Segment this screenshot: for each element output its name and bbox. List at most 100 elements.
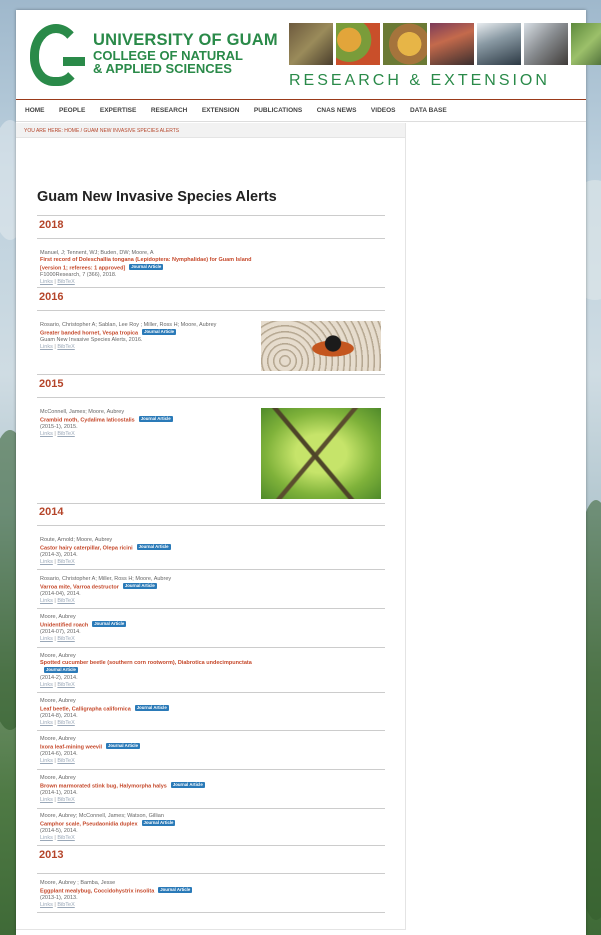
links-link[interactable]: Links (40, 559, 53, 565)
site-title-line3: & APPLIED SCIENCES (93, 61, 232, 76)
entry-authors: Moore, Aubrey (40, 698, 76, 704)
year-heading: 2018 (39, 219, 64, 231)
bibtex-link[interactable]: BibTeX (57, 902, 74, 908)
nav-expertise[interactable]: EXPERTISE (100, 107, 136, 114)
journal-article-badge: Journal Article (92, 620, 127, 627)
entry-meta: (2014-07), 2014. (40, 629, 81, 636)
header-photo (571, 23, 601, 65)
entry-title-link[interactable]: Unidentified roach (40, 622, 88, 628)
links-link[interactable]: Links (40, 636, 53, 642)
divider (37, 287, 385, 288)
header-photo (524, 23, 568, 65)
links-link[interactable]: Links (40, 797, 53, 803)
moth-photo[interactable] (261, 408, 381, 499)
bibtex-link[interactable]: BibTeX (57, 720, 74, 726)
year-heading: 2014 (39, 506, 64, 518)
entry-title-link[interactable]: Spotted cucumber beetle (southern corn r… (40, 660, 252, 666)
entry-meta: (2014-6), 2014. (40, 751, 78, 758)
entry-title-link[interactable]: Brown marmorated stink bug, Halymorpha h… (40, 783, 167, 789)
journal-article-badge: Journal Article (136, 543, 171, 550)
nav-data-base[interactable]: DATA BASE (410, 107, 447, 114)
divider (37, 845, 385, 846)
page-container: UNIVERSITY OF GUAM COLLEGE OF NATURAL & … (16, 10, 601, 935)
header-photo (477, 23, 521, 65)
entry-authors: Moore, Aubrey (40, 653, 76, 659)
entry-title-link[interactable]: Greater banded hornet, Vespa tropica (40, 330, 138, 336)
journal-article-badge: Journal Article (142, 328, 177, 335)
divider (37, 310, 385, 311)
links-link[interactable]: Links (40, 682, 53, 688)
links-link[interactable]: Links (40, 279, 53, 285)
entry-title-link[interactable]: Ixora leaf-mining weevil (40, 744, 102, 750)
publication-entry: Rosario, Christopher A; Miller, Ross H; … (40, 576, 260, 605)
nav-home[interactable]: HOME (25, 107, 45, 114)
main-navigation: HOME PEOPLE EXPERTISE RESEARCH EXTENSION… (16, 100, 586, 122)
entry-meta: F1000Research, 7 (366), 2018. (40, 271, 117, 278)
research-extension-title: RESEARCH & EXTENSION (289, 72, 550, 89)
bibtex-link[interactable]: BibTeX (57, 431, 74, 437)
nav-cnas-news[interactable]: CNAS NEWS (317, 107, 357, 114)
links-link[interactable]: Links (40, 758, 53, 764)
bibtex-link[interactable]: BibTeX (57, 279, 74, 285)
links-link[interactable]: Links (40, 431, 53, 437)
divider (37, 808, 385, 809)
entry-authors: Rosario, Christopher A; Miller, Ross H; … (40, 576, 172, 582)
links-link[interactable]: Links (40, 344, 53, 350)
bibtex-link[interactable]: BibTeX (57, 344, 74, 350)
journal-article-badge: Journal Article (134, 704, 169, 711)
entry-title-link[interactable]: Camphor scale, Pseudaonidia duplex (40, 821, 138, 827)
bibtex-link[interactable]: BibTeX (57, 758, 74, 764)
entry-authors: Moore, Aubrey (40, 736, 76, 742)
nav-videos[interactable]: VIDEOS (371, 107, 396, 114)
links-link[interactable]: Links (40, 835, 53, 841)
nav-research[interactable]: RESEARCH (151, 107, 187, 114)
entry-authors: Moore, Aubrey (40, 775, 76, 781)
site-title[interactable]: UNIVERSITY OF GUAM COLLEGE OF NATURAL & … (93, 31, 278, 75)
entry-meta: (2014-8), 2014. (40, 713, 78, 720)
entry-title-link[interactable]: Castor hairy caterpillar, Olepa ricini (40, 545, 133, 551)
nav-publications[interactable]: PUBLICATIONS (254, 107, 302, 114)
bibtex-link[interactable]: BibTeX (57, 835, 74, 841)
bibtex-link[interactable]: BibTeX (57, 598, 74, 604)
header-photo (289, 23, 333, 65)
entry-title-link[interactable]: Crambid moth, Cydalima laticostalis (40, 417, 135, 423)
links-link[interactable]: Links (40, 902, 53, 908)
entry-authors: Moore, Aubrey ; Bamba, Jesse (40, 880, 116, 886)
links-link[interactable]: Links (40, 720, 53, 726)
publication-entry: Route, Arnold; Moore, Aubrey Castor hair… (40, 537, 260, 566)
nav-people[interactable]: PEOPLE (59, 107, 85, 114)
divider (37, 397, 385, 398)
bibtex-link[interactable]: BibTeX (57, 797, 74, 803)
entry-title-link[interactable]: Eggplant mealybug, Coccidohystrix insoli… (40, 888, 154, 894)
journal-article-badge: Journal Article (138, 415, 173, 422)
header-photo-strip (289, 23, 601, 65)
site-title-line1: UNIVERSITY OF GUAM (93, 31, 278, 49)
entry-title-link[interactable]: Varroa mite, Varroa destructor (40, 584, 119, 590)
breadcrumb[interactable]: YOU ARE HERE: HOME / GUAM NEW INVASIVE S… (16, 123, 405, 138)
bibtex-link[interactable]: BibTeX (57, 559, 74, 565)
entry-meta: (2014-04), 2014. (40, 591, 81, 598)
entry-meta: (2015-1), 2015. (40, 424, 78, 431)
entry-title-link[interactable]: Leaf beetle, Calligrapha californica (40, 706, 131, 712)
university-logo-icon[interactable] (30, 24, 85, 86)
divider (37, 608, 385, 609)
divider (37, 769, 385, 770)
divider (37, 873, 385, 874)
journal-article-badge: Journal Article (170, 781, 205, 788)
links-link[interactable]: Links (40, 598, 53, 604)
hornet-photo[interactable] (261, 321, 381, 371)
nav-extension[interactable]: EXTENSION (202, 107, 240, 114)
bibtex-link[interactable]: BibTeX (57, 682, 74, 688)
divider (37, 569, 385, 570)
publication-entry: Moore, Aubrey Brown marmorated stink bug… (40, 775, 260, 804)
entry-meta: (2014-2), 2014. (40, 674, 78, 681)
year-heading: 2015 (39, 378, 64, 390)
entry-authors: Manuel, J; Tennent, WJ; Buden, DW; Moore… (40, 250, 154, 256)
divider (37, 503, 385, 504)
header-photo (383, 23, 427, 65)
bibtex-link[interactable]: BibTeX (57, 636, 74, 642)
entry-authors: Rosario, Christopher A; Sablan, Lee Roy … (40, 322, 217, 328)
publication-entry: Moore, Aubrey; McConnell, James; Watson,… (40, 813, 260, 842)
entry-meta: (2014-1), 2014. (40, 790, 78, 797)
main-content: YOU ARE HERE: HOME / GUAM NEW INVASIVE S… (16, 123, 406, 930)
